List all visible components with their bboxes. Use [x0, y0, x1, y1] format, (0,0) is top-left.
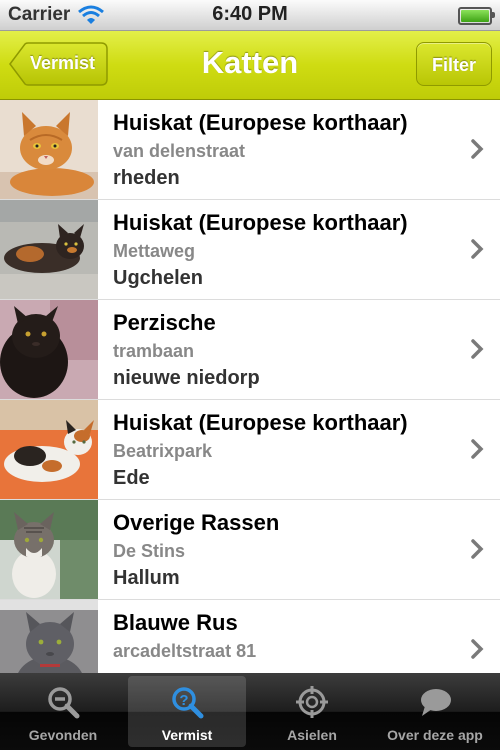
tab-label: Vermist [161, 727, 213, 743]
cat-list: Huiskat (Europese korthaar) van delenstr… [0, 100, 500, 673]
speech-bubble-icon [421, 689, 451, 716]
tab-label: Gevonden [28, 727, 98, 743]
tab-bar: Gevonden ? Vermist Asielen Over deze app [0, 673, 500, 750]
list-item[interactable]: Huiskat (Europese korthaar) van delenstr… [0, 100, 500, 200]
tab-gevonden[interactable]: Gevonden [4, 676, 122, 747]
cat-city: Hallum [113, 567, 180, 589]
magnifier-minus-icon [48, 687, 80, 719]
cat-breed: Huiskat (Europese korthaar) [113, 110, 408, 135]
cat-street: trambaan [113, 341, 195, 361]
list-item[interactable]: Overige Rassen De Stins Hallum [0, 500, 500, 600]
cat-breed: Huiskat (Europese korthaar) [113, 410, 408, 435]
cat-city: rheden [113, 167, 180, 189]
status-bar: Carrier 6:40 PM [0, 0, 500, 31]
tab-label: Over deze app [387, 727, 483, 743]
tab-label: Asielen [287, 727, 337, 743]
crosshair-icon [296, 686, 328, 718]
battery-icon [458, 7, 495, 25]
chevron-right-icon [471, 639, 484, 659]
cat-street: Mettaweg [113, 241, 196, 261]
cat-street: Beatrixpark [113, 441, 213, 461]
status-time: 6:40 PM [212, 3, 288, 25]
cat-breed: Huiskat (Europese korthaar) [113, 210, 408, 235]
cat-city: nieuwe niedorp [113, 367, 260, 389]
cat-breed: Perzische [113, 310, 216, 335]
filter-button[interactable]: Filter [416, 42, 492, 86]
tortoiseshell-cat-photo [0, 200, 98, 299]
calico-cat-photo [0, 400, 98, 499]
svg-text:?: ? [179, 692, 188, 709]
grey-cat-photo [0, 600, 98, 673]
list-item[interactable]: Huiskat (Europese korthaar) Beatrixpark … [0, 400, 500, 500]
cat-breed: Overige Rassen [113, 510, 280, 535]
cat-city: Ugchelen [113, 267, 204, 289]
chevron-right-icon [471, 439, 484, 459]
list-item[interactable]: Huiskat (Europese korthaar) Mettaweg Ugc… [0, 200, 500, 300]
tab-over-deze-app[interactable]: Over deze app [376, 676, 494, 747]
tab-asielen[interactable]: Asielen [253, 676, 371, 747]
tabby-white-cat-photo [0, 500, 98, 599]
cat-breed: Blauwe Rus [113, 610, 238, 635]
black-persian-cat-photo [0, 300, 98, 399]
chevron-right-icon [471, 339, 484, 359]
cat-city: Ede [113, 467, 150, 489]
cat-street: arcadeltstraat 81 [113, 641, 257, 661]
ginger-cat-photo [0, 100, 98, 199]
list-item[interactable]: Blauwe Rus arcadeltstraat 81 [0, 600, 500, 673]
chevron-right-icon [471, 239, 484, 259]
navigation-bar: Vermist Katten Filter [0, 31, 500, 100]
list-item[interactable]: Perzische trambaan nieuwe niedorp [0, 300, 500, 400]
chevron-right-icon [471, 539, 484, 559]
cat-street: van delenstraat [113, 141, 246, 161]
chevron-right-icon [471, 139, 484, 159]
cat-street: De Stins [113, 541, 186, 561]
tab-vermist[interactable]: ? Vermist [128, 676, 246, 747]
magnifier-question-icon: ? [172, 687, 204, 719]
